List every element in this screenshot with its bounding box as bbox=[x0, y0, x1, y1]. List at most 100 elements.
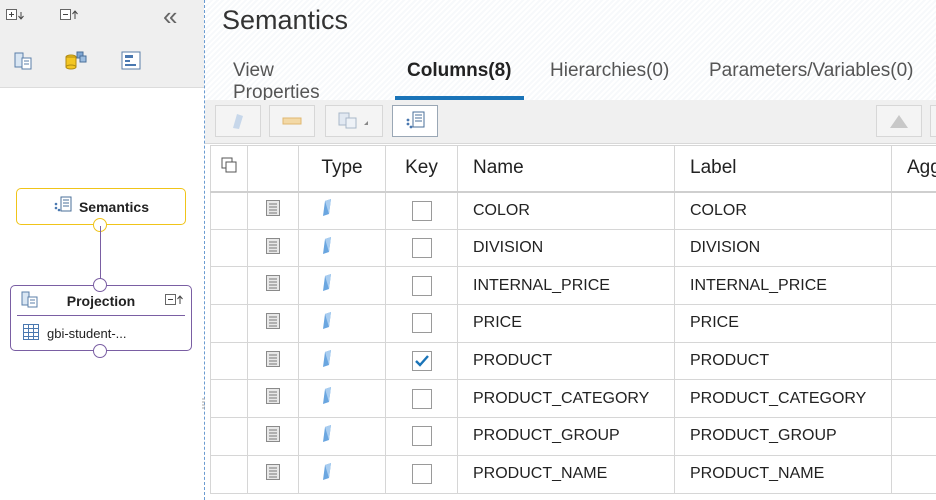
row-select-cell[interactable] bbox=[210, 228, 248, 268]
row-select-cell[interactable] bbox=[210, 454, 248, 494]
table-header-row: Type Key Name Label Agg bbox=[210, 145, 936, 193]
row-label-cell[interactable]: INTERNAL_PRICE bbox=[674, 266, 892, 306]
table-row[interactable]: PRICE PRICE bbox=[210, 304, 936, 343]
row-name-cell[interactable]: PRODUCT_GROUP bbox=[457, 417, 675, 456]
move-up-button[interactable] bbox=[876, 105, 922, 137]
column-label: INTERNAL_PRICE bbox=[690, 276, 827, 294]
table-row[interactable]: INTERNAL_PRICE INTERNAL_PRICE bbox=[210, 266, 936, 306]
row-label-cell[interactable]: PRODUCT bbox=[674, 341, 892, 381]
row-type-cell bbox=[298, 341, 386, 381]
row-type-cell bbox=[298, 454, 386, 494]
table-row[interactable]: DIVISION DIVISION bbox=[210, 228, 936, 268]
projection-node[interactable]: Projection gbi-student-... bbox=[10, 285, 192, 351]
header-label[interactable]: Label bbox=[674, 145, 892, 193]
row-aggregation-cell[interactable] bbox=[891, 417, 936, 456]
row-aggregation-cell[interactable] bbox=[891, 341, 936, 381]
header-settings-cell[interactable] bbox=[210, 145, 248, 193]
column-doc-icon bbox=[265, 388, 281, 409]
column-doc-icon bbox=[265, 425, 281, 447]
key-checkbox[interactable] bbox=[411, 388, 432, 409]
semantics-node-label: Semantics bbox=[78, 198, 150, 215]
row-label-cell[interactable]: PRODUCT_CATEGORY bbox=[674, 379, 892, 419]
row-label-cell[interactable]: DIVISION bbox=[674, 228, 892, 268]
key-checkbox[interactable] bbox=[411, 200, 432, 221]
header-name[interactable]: Name bbox=[457, 145, 675, 193]
header-aggregation[interactable]: Agg bbox=[891, 145, 936, 193]
projection-tool-icon[interactable] bbox=[12, 50, 34, 72]
details-pane: Semantics View Properties Columns(8) Hie… bbox=[205, 0, 936, 500]
header-type[interactable]: Type bbox=[298, 145, 386, 193]
table-row[interactable]: PRODUCT_NAME PRODUCT_NAME bbox=[210, 454, 936, 494]
row-select-cell[interactable] bbox=[210, 191, 248, 230]
column-doc-icon bbox=[265, 463, 281, 485]
key-checkbox[interactable] bbox=[411, 275, 432, 296]
row-name-cell[interactable]: DIVISION bbox=[457, 228, 675, 268]
columns-toolbar bbox=[205, 100, 936, 144]
row-aggregation-cell[interactable] bbox=[891, 191, 936, 230]
row-aggregation-cell[interactable] bbox=[891, 454, 936, 494]
tab-parameters-variables[interactable]: Parameters/Variables(0) bbox=[709, 56, 914, 82]
row-select-cell[interactable] bbox=[210, 379, 248, 419]
row-select-cell[interactable] bbox=[210, 304, 248, 343]
collapse-node-icon[interactable] bbox=[165, 293, 185, 310]
table-row[interactable]: COLOR COLOR bbox=[210, 191, 936, 230]
row-key-cell bbox=[385, 454, 458, 494]
table-row[interactable]: PRODUCT PRODUCT bbox=[210, 341, 936, 381]
row-label-cell[interactable]: PRICE bbox=[674, 304, 892, 343]
row-aggregation-cell[interactable] bbox=[891, 379, 936, 419]
tab-columns[interactable]: Columns(8) bbox=[395, 56, 523, 100]
row-type-cell bbox=[298, 228, 386, 268]
row-type-cell bbox=[298, 304, 386, 343]
key-checkbox-checked[interactable] bbox=[411, 351, 432, 372]
row-select-cell[interactable] bbox=[210, 341, 248, 381]
row-name-cell[interactable]: INTERNAL_PRICE bbox=[457, 266, 675, 306]
header-icon-cell bbox=[247, 145, 299, 193]
edit-button[interactable] bbox=[215, 105, 261, 137]
row-label-cell[interactable]: COLOR bbox=[674, 191, 892, 230]
aggregation-tool-icon[interactable] bbox=[120, 50, 142, 72]
row-type-cell bbox=[298, 266, 386, 306]
row-name-cell[interactable]: PRODUCT_CATEGORY bbox=[457, 379, 675, 419]
assign-semantics-dropdown[interactable] bbox=[325, 105, 383, 137]
extract-semantics-button[interactable] bbox=[392, 105, 438, 137]
diagram-toolbar: « bbox=[0, 0, 204, 88]
collapse-all-icon[interactable] bbox=[60, 8, 82, 25]
key-checkbox[interactable] bbox=[411, 238, 432, 259]
row-name-cell[interactable]: PRODUCT_NAME bbox=[457, 454, 675, 494]
row-label-cell[interactable]: PRODUCT_NAME bbox=[674, 454, 892, 494]
column-doc-icon bbox=[265, 312, 281, 334]
key-checkbox[interactable] bbox=[411, 313, 432, 334]
move-down-button[interactable] bbox=[930, 105, 936, 137]
row-aggregation-cell[interactable] bbox=[891, 304, 936, 343]
row-select-cell[interactable] bbox=[210, 417, 248, 456]
table-row[interactable]: PRODUCT_GROUP PRODUCT_GROUP bbox=[210, 417, 936, 456]
rename-button[interactable] bbox=[269, 105, 315, 137]
row-key-cell bbox=[385, 191, 458, 230]
header-key[interactable]: Key bbox=[385, 145, 458, 193]
column-name: COLOR bbox=[473, 201, 530, 219]
collapse-pane-button[interactable]: « bbox=[163, 3, 177, 29]
column-name: INTERNAL_PRICE bbox=[473, 276, 610, 294]
key-checkbox[interactable] bbox=[411, 464, 432, 485]
key-checkbox[interactable] bbox=[411, 426, 432, 447]
column-name: PRODUCT_NAME bbox=[473, 465, 608, 483]
projection-source-row[interactable]: gbi-student-... bbox=[23, 324, 127, 343]
tab-view-properties[interactable]: View Properties bbox=[233, 56, 320, 104]
row-name-cell[interactable]: PRICE bbox=[457, 304, 675, 343]
row-name-cell[interactable]: PRODUCT bbox=[457, 341, 675, 381]
row-key-cell bbox=[385, 266, 458, 306]
tab-hierarchies[interactable]: Hierarchies(0) bbox=[550, 56, 669, 82]
projection-input-port[interactable] bbox=[93, 344, 107, 358]
row-label-cell[interactable]: PRODUCT_GROUP bbox=[674, 417, 892, 456]
row-aggregation-cell[interactable] bbox=[891, 228, 936, 268]
projection-output-port[interactable] bbox=[93, 278, 107, 292]
row-aggregation-cell[interactable] bbox=[891, 266, 936, 306]
row-name-cell[interactable]: COLOR bbox=[457, 191, 675, 230]
expand-all-icon[interactable] bbox=[6, 8, 28, 25]
semantics-icon bbox=[53, 196, 73, 217]
join-tool-icon[interactable] bbox=[64, 49, 87, 71]
column-settings-icon[interactable] bbox=[221, 157, 237, 178]
row-select-cell[interactable] bbox=[210, 266, 248, 306]
column-name: PRODUCT_GROUP bbox=[473, 427, 620, 445]
table-row[interactable]: PRODUCT_CATEGORY PRODUCT_CATEGORY bbox=[210, 379, 936, 419]
